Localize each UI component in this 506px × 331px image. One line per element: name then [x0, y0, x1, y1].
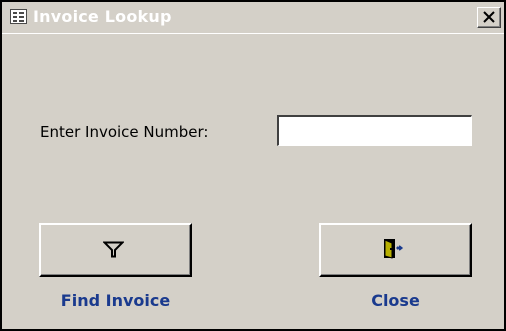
invoice-number-input[interactable] [277, 115, 472, 146]
close-icon [483, 11, 495, 23]
title-bar[interactable]: Invoice Lookup [2, 2, 504, 33]
close-button[interactable] [319, 223, 472, 277]
title-separator [2, 33, 504, 34]
find-invoice-caption[interactable]: Find Invoice [39, 291, 192, 310]
filter-icon [103, 241, 124, 258]
invoice-lookup-dialog: Invoice Lookup Enter Invoice Number: Fin… [0, 0, 506, 331]
window-close-button[interactable] [477, 7, 501, 28]
form-icon [10, 9, 27, 24]
exit-door-icon [384, 239, 404, 259]
close-caption[interactable]: Close [319, 291, 472, 310]
find-invoice-button[interactable] [39, 223, 192, 277]
invoice-number-label: Enter Invoice Number: [40, 123, 209, 141]
window-title: Invoice Lookup [33, 7, 172, 26]
